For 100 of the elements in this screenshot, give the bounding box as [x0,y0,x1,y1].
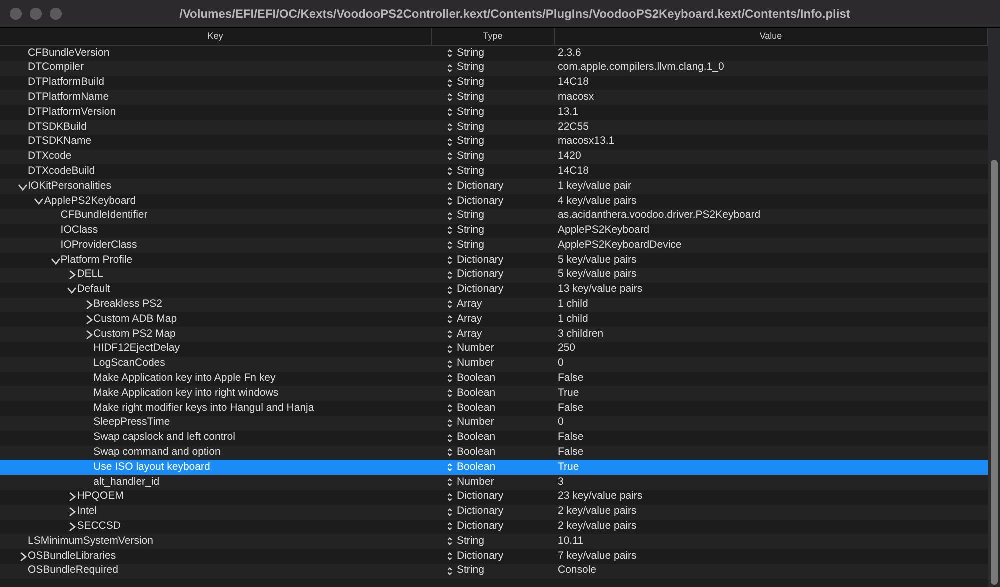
key-cell-text: OSBundleRequired [28,563,118,578]
key-cell-text: Platform Profile [60,252,133,268]
table-row[interactable]: IOKitPersonalities Dictionary 1 key/value pair [0,179,988,194]
table-row[interactable]: DTPlatformBuild String 14C18 [0,76,988,90]
chevron-down-icon[interactable] [67,285,78,296]
key-cell-text: Custom ADB Map [94,312,178,327]
stepper-icon[interactable] [447,270,453,280]
stepper-icon[interactable] [447,241,453,250]
scrollbar-thumb[interactable] [991,160,998,585]
value-cell: 3 [558,476,564,488]
stepper-icon[interactable] [447,256,453,266]
stepper-icon[interactable] [447,212,453,221]
table-row[interactable]: LogScanCodes Number 0 [0,356,988,372]
stepper-icon[interactable] [447,418,453,428]
stepper-icon[interactable] [447,566,453,576]
chevron-right-icon[interactable] [67,507,78,518]
table-row[interactable]: Swap command and option Boolean False [0,446,988,460]
table-row[interactable]: SleepPressTime Number 0 [0,416,988,431]
table-row[interactable]: Make Application key into Apple Fn key Boolean False [0,372,988,386]
stepper-icon[interactable] [447,315,453,324]
type-cell-text: Boolean [457,400,496,416]
stepper-icon[interactable] [447,360,453,369]
table-row[interactable]: DTPlatformName String macosx [0,90,988,106]
value-cell: 1420 [558,150,582,162]
stepper-icon[interactable] [447,389,453,398]
key-cell-text: Make Application key into Apple Fn key [94,371,276,386]
value-cell: 22C55 [558,120,589,133]
table-row[interactable]: SECCSD Dictionary 2 key/value pairs [0,520,988,534]
table-row[interactable]: Intel Dictionary 2 key/value pairs [0,504,988,520]
type-cell-text: Number [457,474,494,490]
key-cell-text: Custom PS2 Map [94,326,176,342]
stepper-icon[interactable] [447,344,453,354]
table-row[interactable]: DELL Dictionary 5 key/value pairs [0,268,988,283]
type-cell-text: Boolean [457,371,496,386]
stepper-icon[interactable] [447,78,453,88]
table-row[interactable]: LSMinimumSystemVersion String 10.11 [0,534,988,550]
stepper-icon[interactable] [447,448,453,458]
table-row[interactable]: DTSDKBuild String 22C55 [0,120,988,135]
key-cell-text: CFBundleIdentifier [60,208,148,224]
stepper-icon[interactable] [447,374,453,384]
column-header[interactable]: Key [0,28,432,45]
stepper-icon[interactable] [447,64,453,73]
value-cell: 13 key/value pairs [558,283,643,296]
stepper-icon[interactable] [447,48,453,58]
chevron-right-icon[interactable] [18,552,28,562]
stepper-icon[interactable] [447,508,453,517]
table-row[interactable]: OSBundleRequired String Console [0,564,988,579]
stepper-icon[interactable] [447,196,453,206]
stepper-icon[interactable] [447,167,453,176]
value-cell: 1 child [558,312,588,325]
stepper-icon[interactable] [447,182,453,192]
table-row[interactable]: IOProviderClass String ApplePS2KeyboardDevice [0,238,988,254]
key-cell-text: DELL [77,267,104,282]
stepper-icon[interactable] [447,300,453,310]
stepper-icon[interactable] [447,552,453,561]
key-cell-text: IOKitPersonalities [28,178,112,194]
stepper-icon[interactable] [447,122,453,132]
type-cell-text: Boolean [457,445,496,460]
table-row[interactable]: Breakless PS2 Array 1 child [0,298,988,312]
key-cell-text: DTPlatformName [28,90,110,105]
key-cell-text: DTPlatformBuild [28,75,104,90]
key-cell-text: CFBundleVersion [28,46,110,61]
table-row[interactable]: alt_handler_id Number 3 [0,475,988,490]
stepper-icon[interactable] [447,492,453,502]
value-cell: com.apple.compilers.llvm.clang.1_0 [558,61,724,74]
type-cell-text: Dictionary [457,519,504,534]
table-row[interactable]: DTXcode String 1420 [0,150,988,164]
type-cell-text: String [457,563,484,578]
table-row[interactable]: DTCompiler String com.apple.compilers.llvm.clang.1_0 [0,60,988,76]
chevron-down-icon[interactable] [34,196,44,206]
chevron-right-icon[interactable] [67,492,78,502]
stepper-icon[interactable] [447,152,453,162]
type-cell-text: String [457,46,484,61]
stepper-icon[interactable] [447,434,453,443]
stepper-icon[interactable] [447,404,453,414]
chevron-right-icon[interactable] [67,270,78,280]
value-cell: 2 key/value pairs [558,520,637,532]
table-row[interactable]: IOClass String ApplePS2Keyboard [0,224,988,238]
table-row[interactable]: Custom PS2 Map Array 3 children [0,327,988,342]
stepper-icon[interactable] [447,478,453,488]
value-cell: 13.1 [558,106,578,118]
table-row[interactable]: CFBundleIdentifier String as.acidanthera.voodoo.driver.PS2Keyboard [0,208,988,224]
value-cell: 0 [558,357,564,370]
stepper-icon[interactable] [447,108,453,118]
value-cell: 14C18 [558,164,589,177]
stepper-icon[interactable] [447,93,453,102]
type-cell-text: Dictionary [457,504,504,520]
stepper-icon[interactable] [447,537,453,546]
stepper-icon[interactable] [447,138,453,147]
value-cell: 1 key/value pair [558,180,632,192]
stepper-icon[interactable] [447,522,453,532]
stepper-icon[interactable] [447,226,453,236]
key-cell-text: DTXcode [28,149,72,164]
column-header[interactable]: Type [432,28,555,45]
key-cell-text: DTSDKBuild [28,120,87,135]
stepper-icon[interactable] [447,330,453,340]
key-cell-text: Make right modifier keys into Hangul and Hanja [94,400,314,416]
table-row[interactable]: Make Application key into right windows Boolean True [0,386,988,402]
stepper-icon[interactable] [447,286,453,295]
chevron-right-icon[interactable] [67,522,78,532]
